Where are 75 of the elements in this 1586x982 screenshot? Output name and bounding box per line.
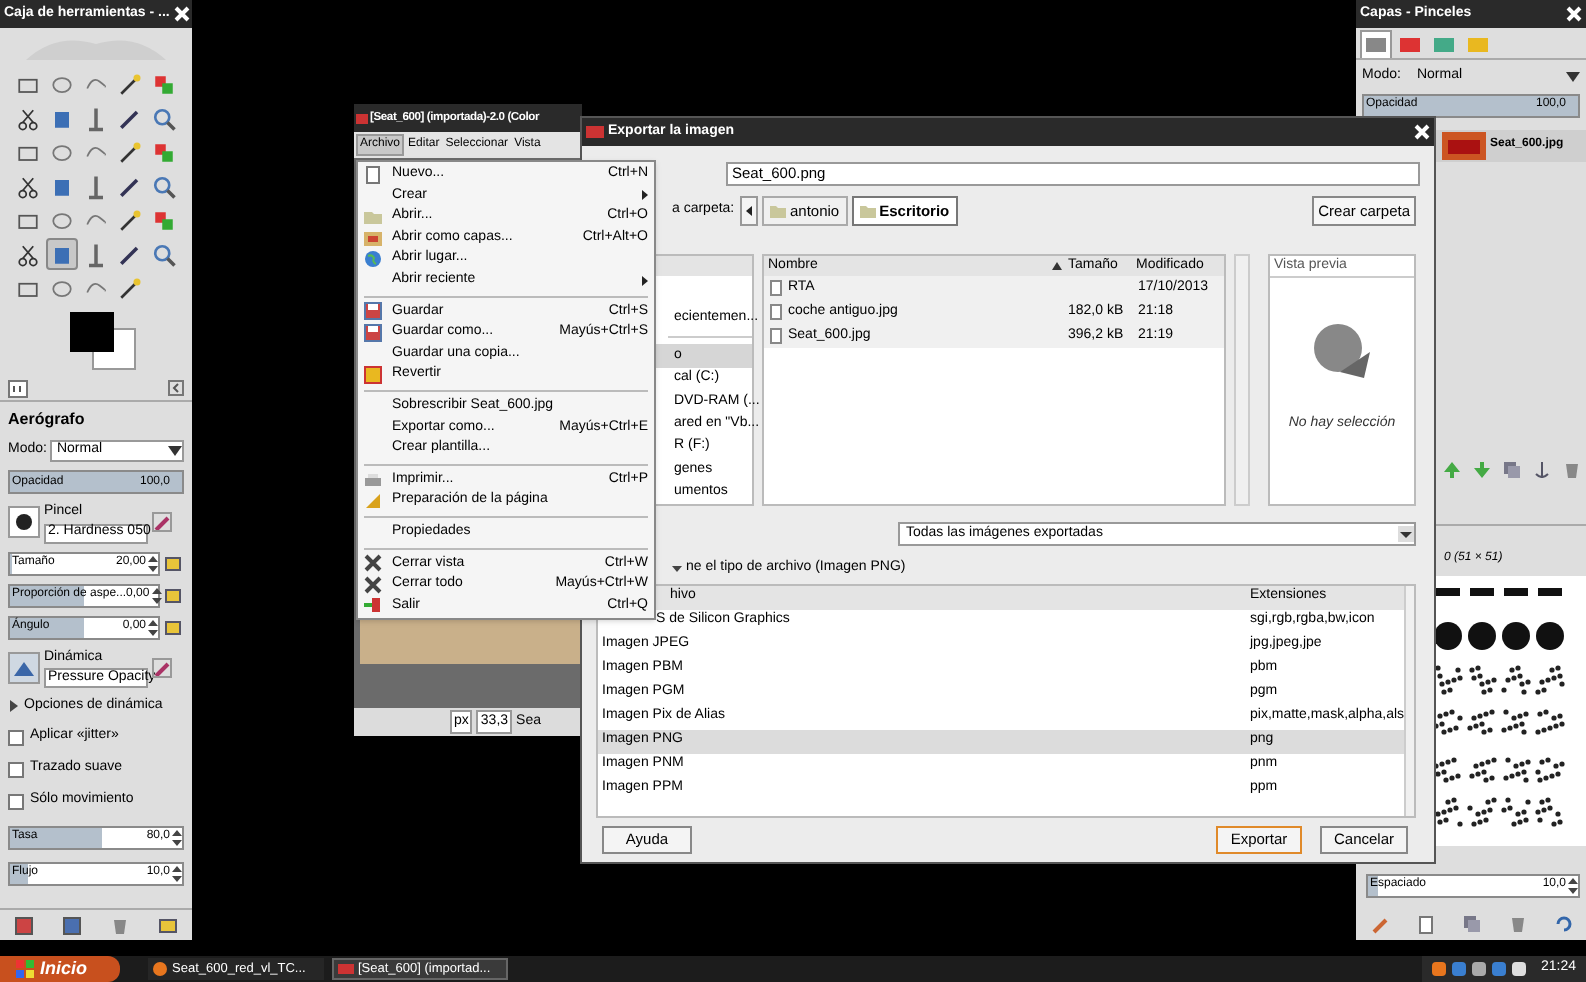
tool-icon [116,137,144,167]
page-icon [364,165,382,184]
chevron-down-icon [1566,71,1580,82]
trash-icon [1509,915,1525,933]
spin-arrows-icon [151,585,162,605]
refresh-icon [1555,915,1571,933]
app-icon [338,962,354,976]
scrollbar[interactable] [1234,254,1250,506]
save-preset-icon[interactable] [14,915,34,935]
arrow-up-icon [1443,461,1459,481]
color-swatches-drawing [70,312,136,370]
checkbox[interactable] [8,761,24,777]
browser-icon [152,962,168,976]
tool-icon [116,69,144,99]
tool-icon [150,171,178,201]
cross-icon [364,575,382,594]
arrow-down-icon [1473,461,1489,481]
chevron-down-icon [1398,526,1414,542]
panel-tab[interactable] [1360,30,1392,58]
spin-arrows-icon [172,863,182,883]
revert-icon [364,366,382,385]
trash-icon [1563,461,1579,481]
exit-door-icon [364,596,382,615]
close-icon [1566,6,1582,22]
brush-preview-icon[interactable] [8,506,40,539]
folder-icon [859,205,876,217]
spin-arrows-icon [148,553,158,573]
tool-icon [150,239,178,269]
edit-icon [152,512,172,533]
tool-options-title: Aerógrafo [8,408,87,432]
options-tab-icon [8,379,28,397]
checkbox[interactable] [8,793,24,809]
start-button[interactable]: Inicio [0,956,120,982]
spin-arrows-icon [1568,875,1578,895]
spin-arrows-icon [148,617,158,637]
app-icon [586,126,604,138]
panel-menu-icon [168,380,184,396]
page-icon [1417,915,1433,933]
tool-icon [116,205,144,235]
tool-icon [116,273,144,303]
arrow-left-icon [746,206,752,216]
tab-icon [1398,33,1422,55]
dynamics-icon [8,651,40,684]
windows-logo-icon [16,960,34,978]
close-icon [1414,124,1430,140]
duplicate-icon [1503,461,1519,481]
tool-icon [150,103,178,133]
tab-icon [1364,34,1388,56]
floppy-icon [364,302,382,321]
globe-icon [364,250,382,269]
app-icon [356,113,368,123]
folder-icon [364,207,382,226]
reset-icon[interactable] [158,915,178,935]
anchor-icon [1533,461,1549,481]
cross-icon [364,554,382,573]
edit-icon [152,657,172,678]
tab-icon [1466,33,1490,55]
scrollbar[interactable] [1404,585,1414,815]
trash-icon[interactable] [110,915,130,935]
printer-icon [364,471,382,490]
layer-thumbnail-icon [1442,131,1486,159]
checkbox[interactable] [8,729,24,745]
spin-arrows-icon [172,827,182,847]
page-setup-icon [364,492,382,511]
sort-ascending-icon [1052,262,1062,270]
duplicate-icon [1463,915,1479,933]
close-icon [173,6,190,22]
tab-icon [1432,33,1456,55]
chevron-down-icon [168,446,182,456]
pencil-icon [1371,915,1387,933]
restore-preset-icon[interactable] [62,915,82,935]
image-icon [364,229,382,248]
folder-icon [770,205,786,217]
floppy-icon [364,323,382,342]
path-back-button[interactable] [740,196,758,226]
